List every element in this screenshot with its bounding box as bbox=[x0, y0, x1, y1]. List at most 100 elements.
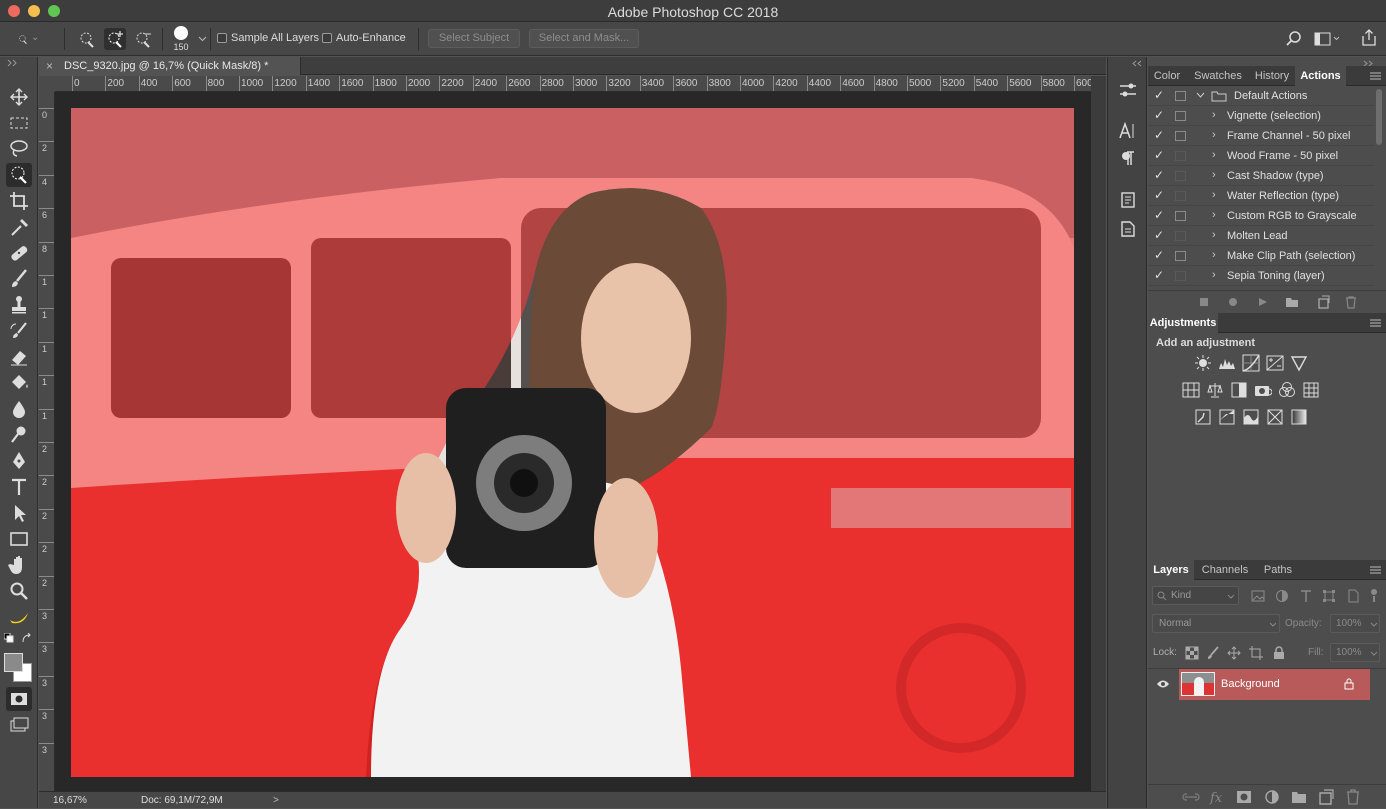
new-group-icon[interactable] bbox=[1290, 788, 1308, 806]
eyedropper-tool[interactable] bbox=[6, 215, 32, 239]
blur-tool[interactable] bbox=[6, 397, 32, 421]
banana-tool[interactable] bbox=[6, 605, 32, 629]
dodge-tool[interactable] bbox=[6, 423, 32, 447]
blend-mode-select[interactable]: Normal bbox=[1152, 614, 1280, 633]
hand-tool[interactable] bbox=[6, 553, 32, 577]
brush-size-picker[interactable] bbox=[172, 25, 190, 43]
checkmark-icon[interactable]: ✓ bbox=[1154, 188, 1166, 202]
stop-icon[interactable] bbox=[1199, 297, 1209, 307]
panel-menu-icon[interactable] bbox=[1370, 319, 1381, 327]
action-row[interactable]: ✓ › Custom RGB to Grayscale bbox=[1148, 206, 1374, 226]
dialog-toggle-icon[interactable] bbox=[1175, 191, 1186, 201]
new-selection-button[interactable] bbox=[76, 28, 98, 50]
dialog-toggle-icon[interactable] bbox=[1175, 171, 1186, 181]
ruler-origin[interactable] bbox=[39, 76, 55, 92]
workspace-icon[interactable] bbox=[1314, 31, 1340, 47]
path-selection-tool[interactable] bbox=[6, 501, 32, 525]
hue-saturation-icon[interactable] bbox=[1182, 381, 1200, 399]
collapse-toolbar-icon[interactable] bbox=[6, 59, 18, 67]
lock-image-icon[interactable] bbox=[1206, 646, 1220, 660]
clone-stamp-tool[interactable] bbox=[6, 293, 32, 317]
curves-icon[interactable] bbox=[1242, 354, 1260, 372]
shape-filter-icon[interactable] bbox=[1322, 589, 1336, 603]
vertical-scrollbar[interactable] bbox=[1091, 76, 1106, 791]
chevron-down-icon[interactable] bbox=[1196, 92, 1205, 99]
gradient-map-icon[interactable] bbox=[1290, 408, 1308, 426]
paint-bucket-tool[interactable] bbox=[6, 371, 32, 395]
dialog-toggle-icon[interactable] bbox=[1175, 131, 1186, 141]
status-menu-arrow[interactable]: > bbox=[273, 795, 279, 806]
checkmark-icon[interactable]: ✓ bbox=[1154, 108, 1166, 122]
chevron-right-icon[interactable]: › bbox=[1212, 189, 1216, 201]
tab-swatches[interactable]: Swatches bbox=[1187, 66, 1249, 86]
document-tab[interactable]: × DSC_9320.jpg @ 16,7% (Quick Mask/8) * bbox=[39, 57, 301, 75]
dialog-toggle-icon[interactable] bbox=[1175, 111, 1186, 121]
new-action-icon[interactable] bbox=[1316, 295, 1330, 309]
tab-actions[interactable]: Actions bbox=[1295, 66, 1346, 86]
quick-mask-toggle[interactable] bbox=[6, 687, 32, 711]
action-row[interactable]: ✓ › Water Reflection (type) bbox=[1148, 186, 1374, 206]
action-row[interactable]: ✓ › Vignette (selection) bbox=[1148, 106, 1374, 126]
type-filter-icon[interactable] bbox=[1299, 589, 1313, 603]
screen-mode-button[interactable] bbox=[6, 713, 32, 737]
tab-history[interactable]: History bbox=[1250, 66, 1294, 86]
levels-icon[interactable] bbox=[1218, 354, 1236, 372]
document-canvas[interactable] bbox=[71, 108, 1074, 777]
eye-icon[interactable] bbox=[1156, 679, 1170, 689]
zoom-level[interactable]: 16,67% bbox=[53, 795, 87, 806]
new-adjustment-layer-icon[interactable] bbox=[1263, 788, 1281, 806]
close-document-icon[interactable]: × bbox=[46, 59, 53, 73]
filter-toggle[interactable] bbox=[1370, 589, 1378, 603]
checkmark-icon[interactable]: ✓ bbox=[1154, 148, 1166, 162]
properties-icon[interactable] bbox=[1117, 79, 1139, 101]
sample-all-layers-checkbox[interactable] bbox=[217, 33, 227, 43]
action-row[interactable]: ✓ › Frame Channel - 50 pixel bbox=[1148, 126, 1374, 146]
chevron-right-icon[interactable]: › bbox=[1212, 109, 1216, 121]
lock-transparent-icon[interactable] bbox=[1185, 646, 1199, 660]
vertical-ruler[interactable]: 0 2 4 6 8 1 1 1 1 1 2 2 2 2 2 3 3 3 3 3 bbox=[39, 92, 55, 791]
share-icon[interactable] bbox=[1360, 29, 1378, 47]
dialog-toggle-icon[interactable] bbox=[1175, 151, 1186, 161]
pen-tool[interactable] bbox=[6, 449, 32, 473]
fill-field[interactable]: 100% bbox=[1330, 643, 1380, 662]
select-subject-button[interactable]: Select Subject bbox=[428, 29, 520, 48]
select-and-mask-button[interactable]: Select and Mask... bbox=[529, 29, 639, 48]
layer-filter-select[interactable]: Kind bbox=[1152, 586, 1239, 605]
lock-artboard-icon[interactable] bbox=[1249, 646, 1263, 660]
document-icon[interactable] bbox=[1119, 220, 1137, 238]
smart-object-filter-icon[interactable] bbox=[1346, 589, 1360, 603]
action-row[interactable]: ✓ › Cast Shadow (type) bbox=[1148, 166, 1374, 186]
panel-menu-icon[interactable] bbox=[1370, 72, 1381, 80]
threshold-icon[interactable] bbox=[1242, 408, 1260, 426]
checkmark-icon[interactable]: ✓ bbox=[1154, 208, 1166, 222]
action-row[interactable]: ✓ › Wood Frame - 50 pixel bbox=[1148, 146, 1374, 166]
vibrance-icon[interactable] bbox=[1290, 354, 1308, 372]
default-colors-icon[interactable] bbox=[4, 633, 14, 643]
invert-icon[interactable] bbox=[1194, 408, 1212, 426]
history-brush-tool[interactable] bbox=[6, 319, 32, 343]
lasso-tool[interactable] bbox=[6, 137, 32, 161]
dialog-toggle-icon[interactable] bbox=[1175, 251, 1186, 261]
pixel-filter-icon[interactable] bbox=[1251, 589, 1265, 603]
folder-icon[interactable] bbox=[1285, 296, 1299, 308]
delete-layer-icon[interactable] bbox=[1344, 788, 1362, 806]
adjustment-filter-icon[interactable] bbox=[1275, 589, 1289, 603]
subtract-from-selection-button[interactable] bbox=[132, 28, 154, 50]
opacity-field[interactable]: 100% bbox=[1330, 614, 1380, 633]
crop-tool[interactable] bbox=[6, 189, 32, 213]
adjustments-title[interactable]: Adjustments bbox=[1148, 313, 1218, 333]
checkmark-icon[interactable]: ✓ bbox=[1154, 88, 1166, 102]
action-row[interactable]: ✓ › Make Clip Path (selection) bbox=[1148, 246, 1374, 266]
tool-preset-picker[interactable] bbox=[16, 28, 54, 50]
chevron-right-icon[interactable]: › bbox=[1212, 129, 1216, 141]
add-to-selection-button[interactable] bbox=[104, 28, 126, 50]
chevron-right-icon[interactable]: › bbox=[1212, 269, 1216, 281]
checkmark-icon[interactable]: ✓ bbox=[1154, 128, 1166, 142]
chevron-right-icon[interactable]: › bbox=[1212, 169, 1216, 181]
new-layer-icon[interactable] bbox=[1317, 788, 1335, 806]
dialog-toggle-icon[interactable] bbox=[1175, 211, 1186, 221]
dialog-toggle-icon[interactable] bbox=[1175, 231, 1186, 241]
layer-row[interactable]: Background bbox=[1148, 669, 1386, 701]
fx-icon[interactable]: fx bbox=[1208, 788, 1226, 806]
brightness-contrast-icon[interactable] bbox=[1194, 354, 1212, 372]
